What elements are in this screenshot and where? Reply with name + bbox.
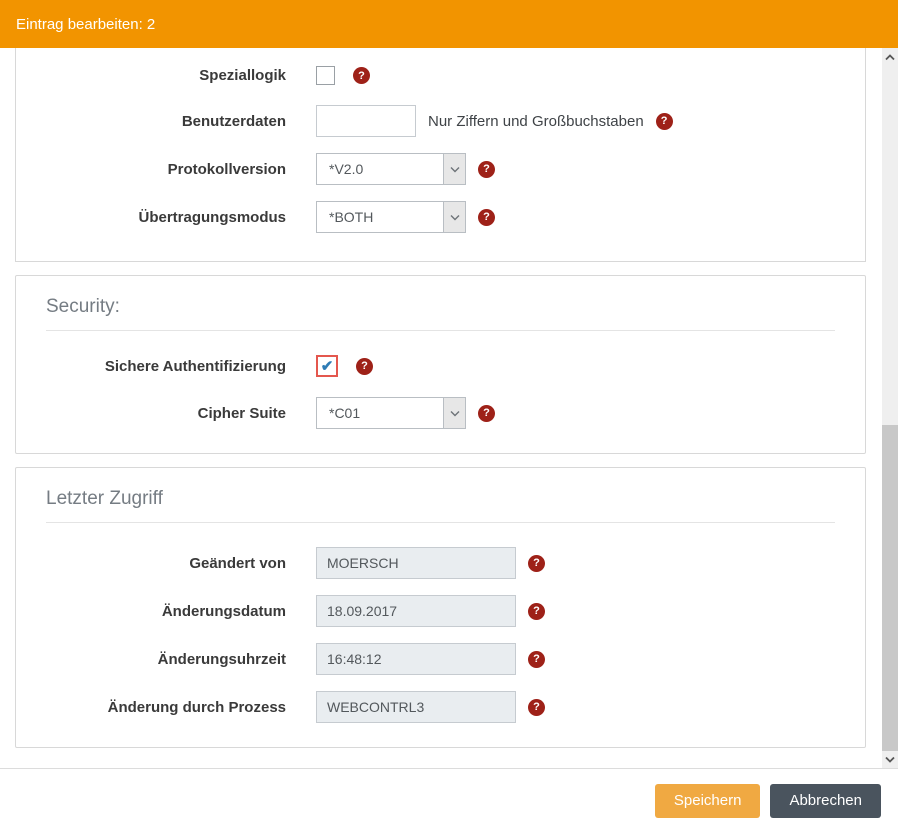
cipher-suite-help-icon[interactable]: ? bbox=[478, 405, 495, 422]
protokollversion-select-value: *V2.0 bbox=[317, 154, 443, 184]
scrollbar-thumb[interactable] bbox=[882, 425, 898, 751]
question-mark-glyph: ? bbox=[483, 407, 490, 419]
aenderungsuhrzeit-help-icon[interactable]: ? bbox=[528, 651, 545, 668]
scroll-down-icon[interactable] bbox=[882, 750, 898, 768]
form-row-aenderung-durch-prozess: Änderung durch Prozess ? bbox=[46, 691, 835, 723]
aenderung-durch-prozess-field bbox=[316, 691, 516, 723]
aenderungsdatum-help-icon[interactable]: ? bbox=[528, 603, 545, 620]
chevron-down-icon bbox=[443, 202, 465, 232]
question-mark-glyph: ? bbox=[661, 115, 668, 127]
geaendert-von-label: Geändert von bbox=[46, 555, 286, 572]
protokollversion-help-icon[interactable]: ? bbox=[478, 161, 495, 178]
dialog-body: Speziallogik ? Benutzerdaten Nur Ziffern… bbox=[0, 48, 898, 768]
form-row-aenderungsuhrzeit: Änderungsuhrzeit ? bbox=[46, 643, 835, 675]
benutzerdaten-label: Benutzerdaten bbox=[46, 113, 286, 130]
form-row-speziallogik: Speziallogik ? bbox=[46, 66, 835, 85]
speziallogik-help-icon[interactable]: ? bbox=[353, 67, 370, 84]
uebertragungsmodus-help-icon[interactable]: ? bbox=[478, 209, 495, 226]
security-section-title: Security: bbox=[46, 296, 835, 318]
question-mark-glyph: ? bbox=[533, 605, 540, 617]
uebertragungsmodus-label: Übertragungsmodus bbox=[46, 209, 286, 226]
form-row-geaendert-von: Geändert von ? bbox=[46, 547, 835, 579]
aenderungsuhrzeit-field bbox=[316, 643, 516, 675]
panel-letzter-zugriff: Letzter Zugriff Geändert von ? Änderungs… bbox=[15, 467, 866, 748]
speziallogik-label: Speziallogik bbox=[46, 67, 286, 84]
checkmark-icon: ✔ bbox=[321, 359, 334, 374]
form-content: Speziallogik ? Benutzerdaten Nur Ziffern… bbox=[0, 48, 882, 748]
form-row-protokollversion: Protokollversion *V2.0 ? bbox=[46, 153, 835, 185]
sichere-authentifizierung-checkbox[interactable]: ✔ bbox=[316, 355, 338, 377]
question-mark-glyph: ? bbox=[358, 70, 365, 82]
question-mark-glyph: ? bbox=[483, 163, 490, 175]
save-button[interactable]: Speichern bbox=[655, 784, 761, 818]
uebertragungsmodus-select[interactable]: *BOTH bbox=[316, 201, 466, 233]
form-row-uebertragungsmodus: Übertragungsmodus *BOTH ? bbox=[46, 201, 835, 233]
dialog-header: Eintrag bearbeiten: 2 bbox=[0, 0, 898, 48]
form-row-cipher-suite: Cipher Suite *C01 ? bbox=[46, 397, 835, 429]
chevron-down-icon bbox=[443, 398, 465, 428]
sichere-authentifizierung-label: Sichere Authentifizierung bbox=[46, 358, 286, 375]
form-row-benutzerdaten: Benutzerdaten Nur Ziffern und Großbuchst… bbox=[46, 105, 835, 137]
panel-security: Security: Sichere Authentifizierung ✔ ? … bbox=[15, 275, 866, 454]
vertical-scrollbar[interactable] bbox=[882, 48, 898, 768]
cancel-button[interactable]: Abbrechen bbox=[770, 784, 881, 818]
panel-connection: Speziallogik ? Benutzerdaten Nur Ziffern… bbox=[15, 48, 866, 262]
uebertragungsmodus-select-value: *BOTH bbox=[317, 202, 443, 232]
form-row-sichere-authentifizierung: Sichere Authentifizierung ✔ ? bbox=[46, 355, 835, 377]
sichere-authentifizierung-help-icon[interactable]: ? bbox=[356, 358, 373, 375]
aenderungsuhrzeit-label: Änderungsuhrzeit bbox=[46, 651, 286, 668]
cipher-suite-select-value: *C01 bbox=[317, 398, 443, 428]
geaendert-von-help-icon[interactable]: ? bbox=[528, 555, 545, 572]
scroll-up-icon[interactable] bbox=[882, 48, 898, 66]
section-divider bbox=[46, 330, 835, 331]
aenderung-durch-prozess-help-icon[interactable]: ? bbox=[528, 699, 545, 716]
benutzerdaten-input[interactable] bbox=[316, 105, 416, 137]
dialog-footer: Speichern Abbrechen bbox=[0, 768, 898, 832]
speziallogik-checkbox[interactable] bbox=[316, 66, 335, 85]
aenderung-durch-prozess-label: Änderung durch Prozess bbox=[46, 699, 286, 716]
section-divider bbox=[46, 522, 835, 523]
question-mark-glyph: ? bbox=[533, 557, 540, 569]
question-mark-glyph: ? bbox=[361, 360, 368, 372]
benutzerdaten-help-icon[interactable]: ? bbox=[656, 113, 673, 130]
question-mark-glyph: ? bbox=[533, 653, 540, 665]
letzter-zugriff-section-title: Letzter Zugriff bbox=[46, 488, 835, 510]
geaendert-von-field bbox=[316, 547, 516, 579]
dialog-title: Eintrag bearbeiten: 2 bbox=[16, 16, 155, 33]
cipher-suite-select[interactable]: *C01 bbox=[316, 397, 466, 429]
chevron-down-icon bbox=[443, 154, 465, 184]
aenderungsdatum-label: Änderungsdatum bbox=[46, 603, 286, 620]
edit-entry-dialog: Eintrag bearbeiten: 2 Speziallogik ? Ben… bbox=[0, 0, 898, 832]
benutzerdaten-note: Nur Ziffern und Großbuchstaben bbox=[428, 113, 644, 130]
protokollversion-label: Protokollversion bbox=[46, 161, 286, 178]
question-mark-glyph: ? bbox=[533, 701, 540, 713]
form-row-aenderungsdatum: Änderungsdatum ? bbox=[46, 595, 835, 627]
aenderungsdatum-field bbox=[316, 595, 516, 627]
protokollversion-select[interactable]: *V2.0 bbox=[316, 153, 466, 185]
cipher-suite-label: Cipher Suite bbox=[46, 405, 286, 422]
question-mark-glyph: ? bbox=[483, 211, 490, 223]
